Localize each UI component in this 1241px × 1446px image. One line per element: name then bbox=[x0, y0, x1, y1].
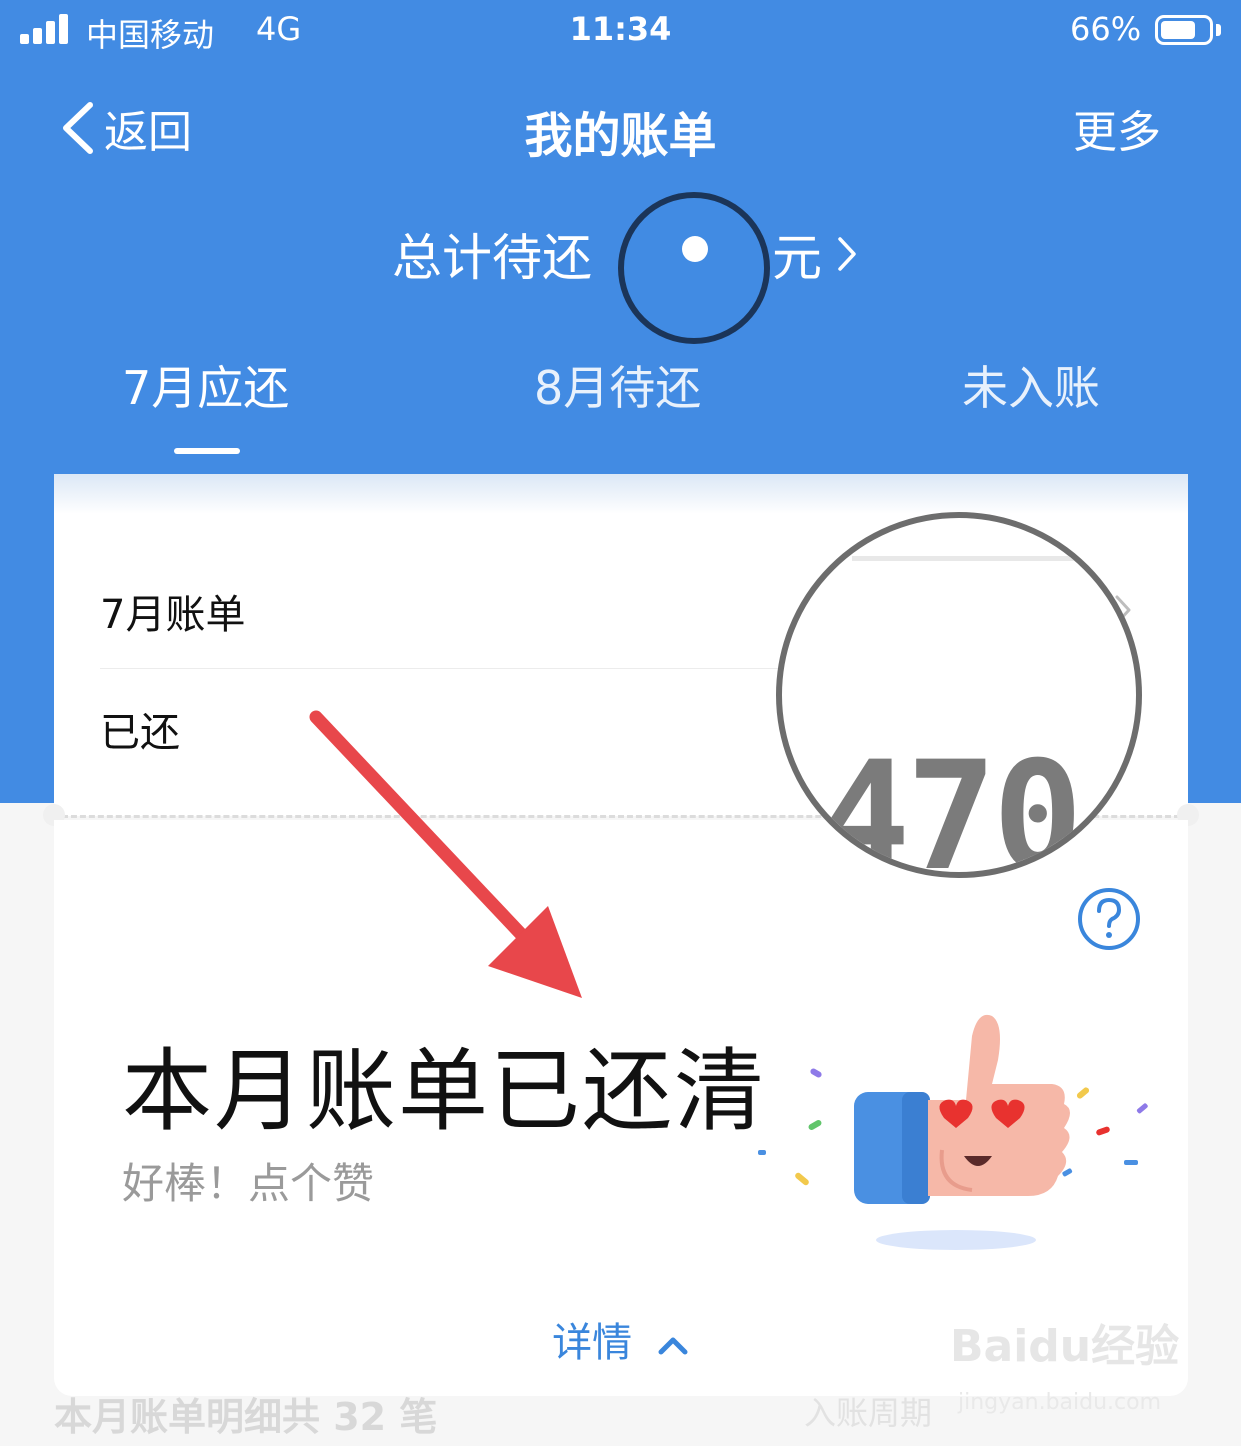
baidu-watermark: Baidu经验 bbox=[950, 1321, 1180, 1372]
watermark-url: jingyan.baidu.com bbox=[958, 1390, 1162, 1415]
annotation-arrow bbox=[309, 710, 582, 998]
